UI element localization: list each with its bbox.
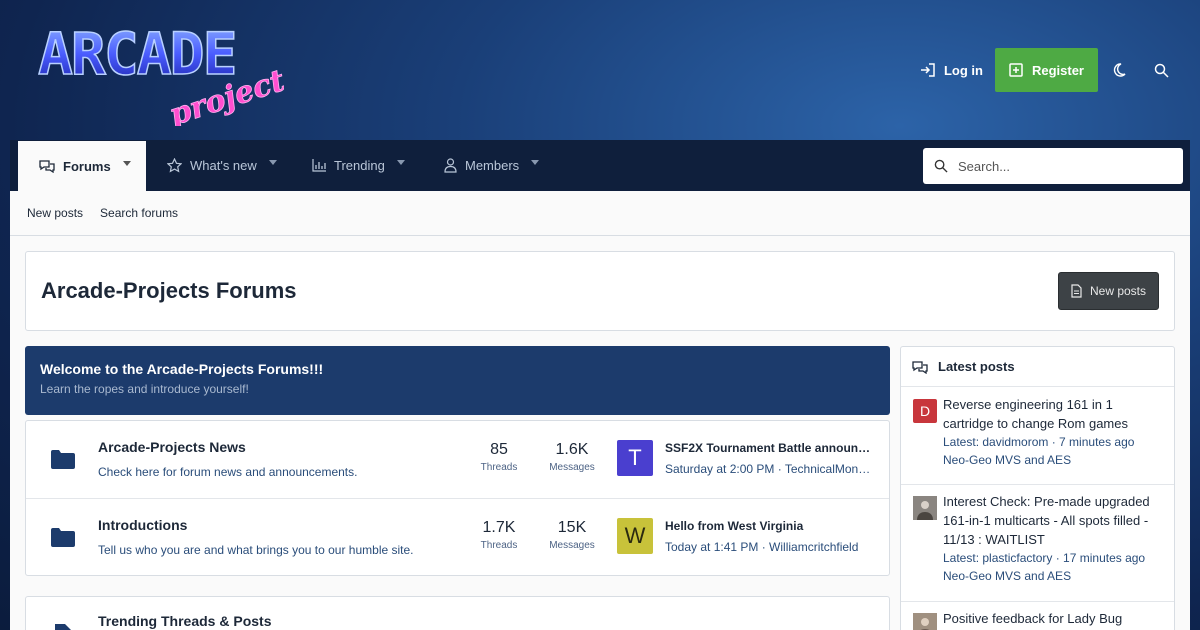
- avatar[interactable]: T: [617, 440, 653, 476]
- header-search-button[interactable]: [1140, 48, 1182, 92]
- latest-post-meta[interactable]: Latest: plasticfactory · 17 minutes ago: [943, 549, 1166, 567]
- messages-label: Messages: [549, 462, 595, 473]
- threads-label: Threads: [480, 540, 518, 551]
- tab-label: Trending: [334, 158, 385, 173]
- threads-label: Threads: [480, 462, 518, 473]
- welcome-subtitle: Learn the ropes and introduce yourself!: [40, 382, 249, 396]
- main-nav: Forums What's new Trending Members: [10, 140, 1190, 191]
- messages-stat: 15K Messages: [537, 519, 607, 551]
- page-title-block: Arcade-Projects Forums New posts: [25, 251, 1175, 331]
- trending-block: Trending Threads & Posts: [25, 596, 890, 630]
- messages-count: 1.6K: [555, 441, 589, 458]
- divider: [901, 601, 1174, 602]
- tab-label: What's new: [190, 158, 257, 173]
- tab-whats-new[interactable]: What's new: [167, 140, 297, 191]
- tab-label: Members: [465, 158, 520, 173]
- moon-icon: [1113, 63, 1126, 77]
- forum-row: Arcade-Projects News Check here for foru…: [26, 421, 889, 498]
- login-button[interactable]: Log in: [908, 48, 995, 92]
- last-post-meta[interactable]: Today at 1:41 PM · Williamcritchfield: [665, 540, 875, 554]
- last-post-title[interactable]: SSF2X Tournament Battle announced for So…: [665, 441, 875, 455]
- last-post-title[interactable]: Hello from West Virginia: [665, 519, 875, 533]
- chevron-down-icon[interactable]: [268, 160, 277, 165]
- forum-description: Check here for forum news and announceme…: [98, 465, 358, 479]
- tab-forums[interactable]: Forums: [18, 141, 146, 191]
- logo-main-text: ARCADE: [38, 20, 236, 88]
- plus-square-icon: [1009, 63, 1023, 77]
- register-button[interactable]: Register: [994, 48, 1098, 92]
- messages-stat: 1.6K Messages: [537, 441, 607, 473]
- latest-posts-widget: Latest posts D Reverse engineering 161 i…: [900, 346, 1175, 630]
- search-input[interactable]: [958, 158, 1168, 174]
- site-header: ARCADE projects Log in Register: [0, 0, 1200, 140]
- arcade-projects-logo[interactable]: ARCADE projects: [34, 14, 284, 126]
- file-icon: [1071, 284, 1082, 298]
- list-item: Interest Check: Pre-made upgraded 161-in…: [901, 492, 1174, 585]
- folder-icon: [51, 528, 75, 547]
- latest-post-meta[interactable]: Latest: davidmorom · 7 minutes ago: [943, 433, 1166, 451]
- nav-search-box[interactable]: [923, 148, 1183, 184]
- forum-row: Introductions Tell us who you are and wh…: [26, 498, 889, 575]
- header-actions: Log in Register: [908, 48, 1182, 92]
- threads-stat: 85 Threads: [464, 441, 534, 473]
- star-icon: [167, 158, 182, 173]
- latest-post-title[interactable]: Interest Check: Pre-made upgraded 161-in…: [943, 492, 1166, 549]
- tab-label: Forums: [63, 158, 111, 174]
- threads-stat: 1.7K Threads: [464, 519, 534, 551]
- user-photo-icon: [913, 496, 937, 520]
- search-icon: [934, 159, 948, 173]
- new-posts-button[interactable]: New posts: [1058, 272, 1159, 310]
- avatar[interactable]: W: [617, 518, 653, 554]
- sign-in-icon: [920, 63, 935, 77]
- search-icon: [1154, 63, 1169, 78]
- folder-icon: [51, 450, 75, 469]
- tab-members[interactable]: Members: [444, 140, 564, 191]
- user-icon: [444, 158, 457, 173]
- welcome-category-header[interactable]: Welcome to the Arcade-Projects Forums!!!…: [25, 346, 890, 415]
- latest-post-forum[interactable]: Neo-Geo MVS and AES: [943, 451, 1166, 469]
- list-item: Positive feedback for Lady Bug: [901, 609, 1174, 630]
- theme-toggle-button[interactable]: [1098, 48, 1140, 92]
- comments-icon: [39, 160, 55, 173]
- chevron-down-icon[interactable]: [396, 160, 405, 165]
- forum-title[interactable]: Arcade-Projects News: [98, 439, 246, 455]
- new-posts-label: New posts: [1089, 284, 1147, 298]
- content-area: New posts Search forums Arcade-Projects …: [10, 191, 1190, 630]
- latest-post-title[interactable]: Reverse engineering 161 in 1 cartridge t…: [943, 395, 1166, 433]
- latest-posts-label: Latest posts: [938, 359, 1015, 374]
- comments-icon: [912, 360, 928, 374]
- avatar[interactable]: D: [913, 399, 937, 423]
- welcome-title: Welcome to the Arcade-Projects Forums!!!: [40, 361, 324, 377]
- page-title: Arcade-Projects Forums: [41, 278, 297, 303]
- divider: [901, 484, 1174, 485]
- subnav-new-posts[interactable]: New posts: [27, 206, 83, 220]
- forum-description: Tell us who you are and what brings you …: [98, 543, 414, 557]
- login-label: Log in: [943, 62, 983, 78]
- last-post-meta[interactable]: Saturday at 2:00 PM · TechnicalMonkey: [665, 462, 875, 476]
- sub-nav: New posts Search forums: [10, 191, 1190, 236]
- tab-trending[interactable]: Trending: [312, 140, 432, 191]
- messages-label: Messages: [549, 540, 595, 551]
- subnav-search-forums[interactable]: Search forums: [100, 206, 178, 220]
- register-label: Register: [1031, 62, 1084, 78]
- user-photo-icon: [913, 613, 937, 630]
- latest-posts-heading: Latest posts: [901, 347, 1174, 387]
- latest-post-forum[interactable]: Neo-Geo MVS and AES: [943, 567, 1166, 585]
- latest-post-title[interactable]: Positive feedback for Lady Bug: [943, 609, 1166, 628]
- forum-list: Arcade-Projects News Check here for foru…: [25, 420, 890, 576]
- threads-count: 1.7K: [482, 519, 516, 536]
- list-item: D Reverse engineering 161 in 1 cartridge…: [901, 395, 1174, 469]
- chevron-down-icon[interactable]: [122, 160, 131, 166]
- avatar[interactable]: [913, 496, 937, 520]
- avatar[interactable]: [913, 613, 937, 630]
- threads-count: 85: [490, 441, 508, 458]
- bar-chart-icon: [312, 159, 326, 172]
- trending-title[interactable]: Trending Threads & Posts: [98, 613, 271, 629]
- chevron-down-icon[interactable]: [531, 160, 540, 165]
- document-icon: [55, 624, 71, 630]
- messages-count: 15K: [557, 519, 587, 536]
- forum-title[interactable]: Introductions: [98, 517, 187, 533]
